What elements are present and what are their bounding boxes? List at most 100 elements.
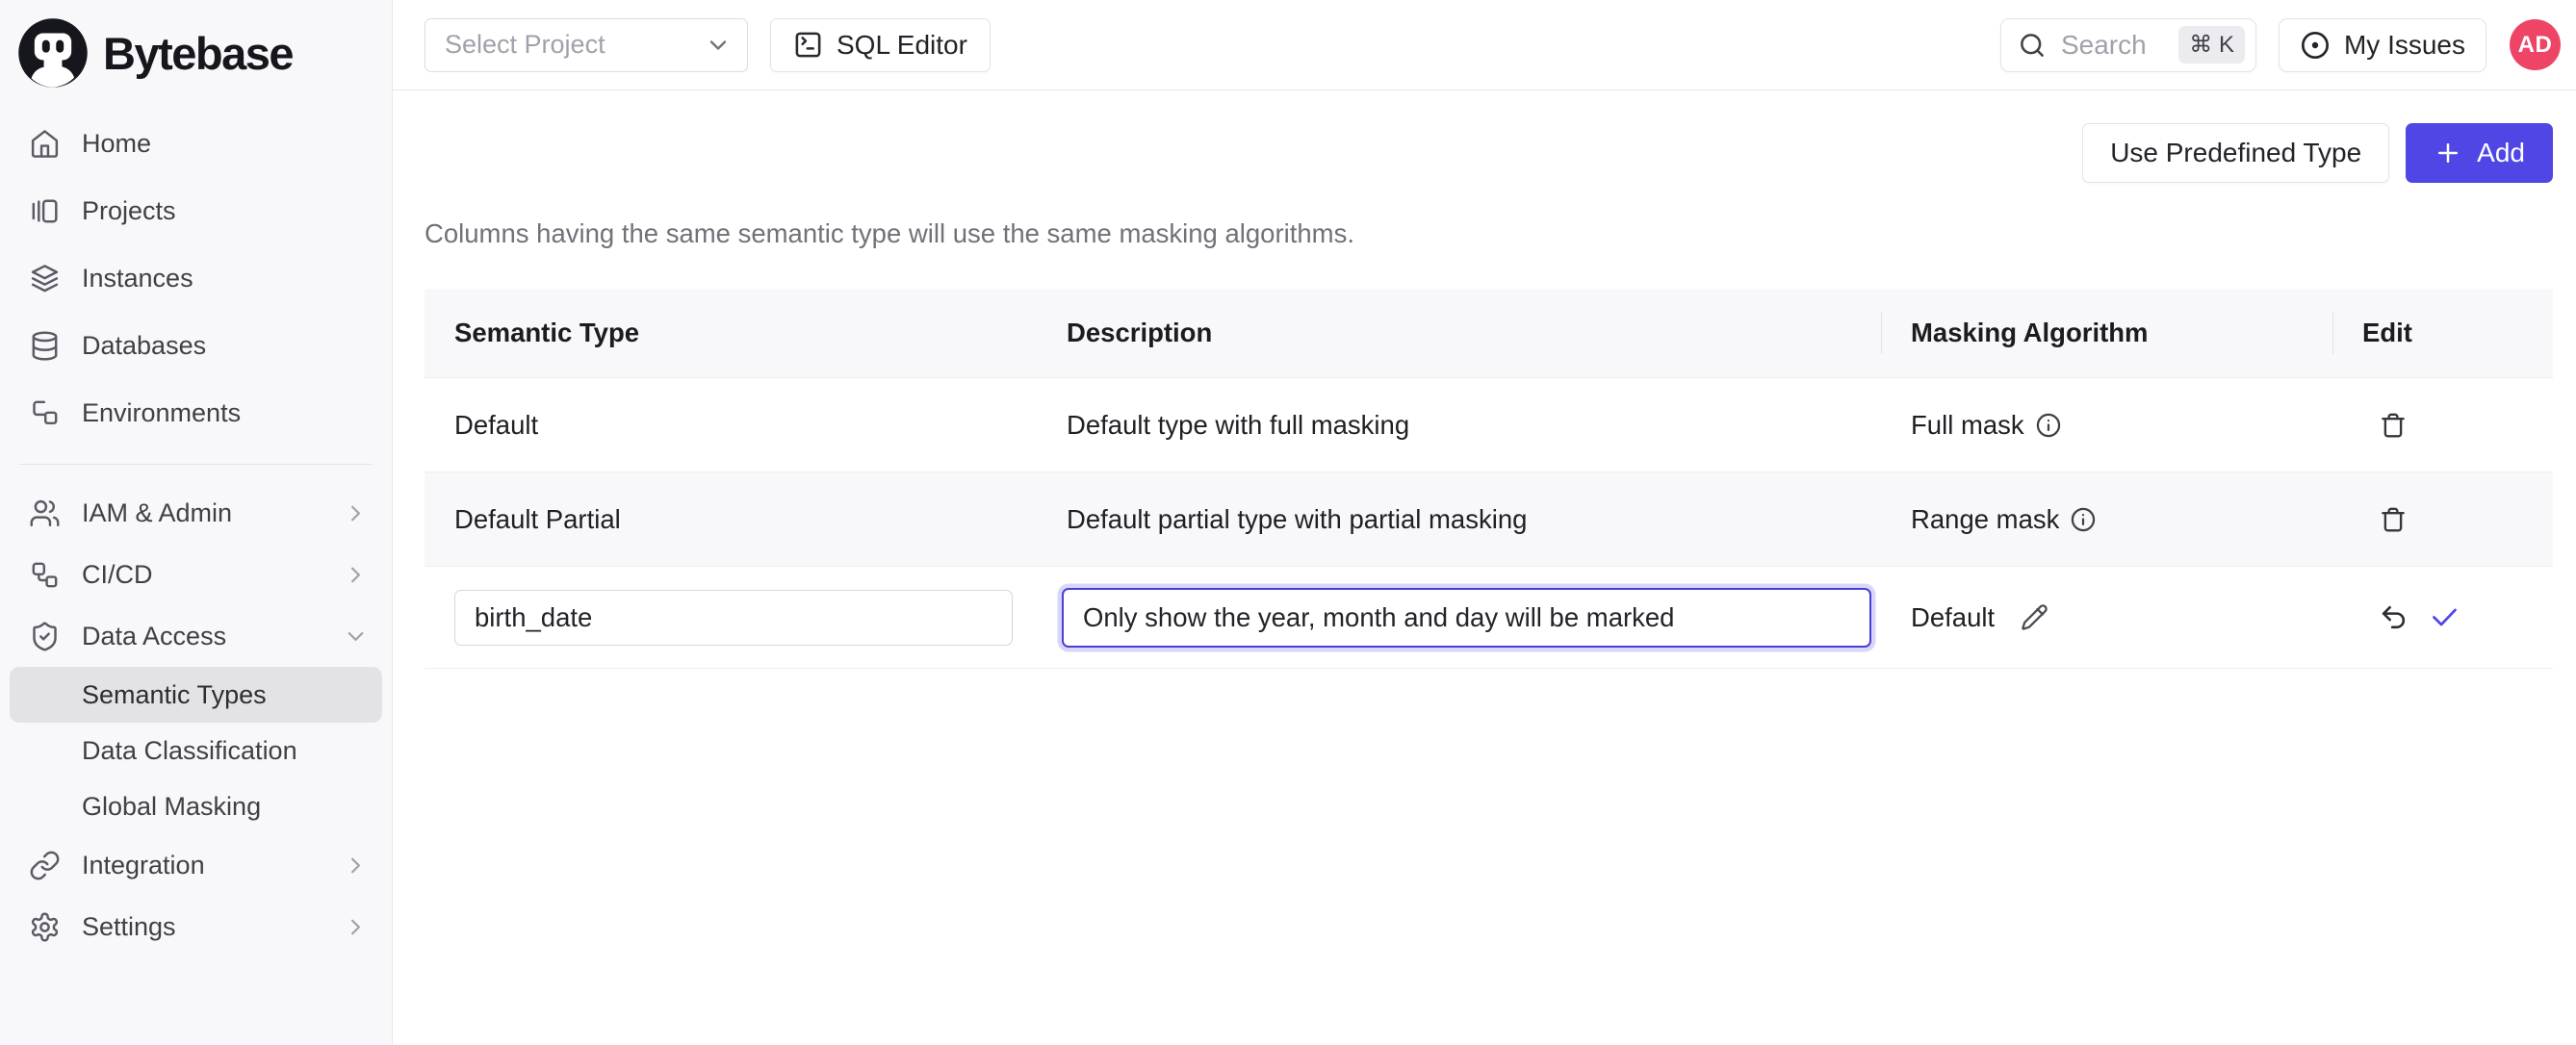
column-header-semantic-type: Semantic Type [425, 289, 1037, 377]
search-icon [2018, 31, 2047, 60]
sidebar-item-global-masking[interactable]: Global Masking [10, 778, 382, 834]
table-body: Default Default type with full masking F… [425, 377, 2553, 669]
chevron-down-icon [343, 624, 369, 650]
description-cell [1037, 567, 1881, 668]
chevron-right-icon [343, 562, 369, 588]
sidebar-item-data-access[interactable]: Data Access [10, 605, 382, 667]
undo-icon[interactable] [2379, 602, 2409, 632]
sidebar-item-label: CI/CD [82, 560, 153, 590]
sidebar-item-label: Data Access [82, 622, 226, 651]
edit-cell [2332, 472, 2553, 566]
sidebar-item-data-classification[interactable]: Data Classification [10, 723, 382, 778]
masking-algorithm-cell: Default [1881, 567, 2332, 668]
sidebar-nav: Home Projects Instances Databases Enviro… [10, 110, 382, 957]
sidebar-item-home[interactable]: Home [10, 110, 382, 177]
description-cell: Default type with full masking [1037, 378, 1881, 472]
trash-icon[interactable] [2379, 411, 2408, 440]
sidebar-item-label: Home [82, 129, 151, 159]
sidebar-item-settings[interactable]: Settings [10, 896, 382, 957]
sidebar-item-databases[interactable]: Databases [10, 312, 382, 379]
sidebar-item-label: Data Classification [82, 736, 297, 766]
sidebar-item-cicd[interactable]: CI/CD [10, 544, 382, 605]
pencil-icon[interactable] [2021, 603, 2048, 631]
bytebase-robot-icon [15, 15, 90, 90]
plus-icon [2434, 139, 2462, 167]
chevron-right-icon [343, 853, 369, 879]
description-cell: Default partial type with partial maskin… [1037, 472, 1881, 566]
sidebar-item-iam-admin[interactable]: IAM & Admin [10, 482, 382, 544]
add-button[interactable]: Add [2406, 123, 2553, 183]
sidebar-item-integration[interactable]: Integration [10, 834, 382, 896]
edit-cell [2332, 567, 2553, 668]
sidebar: Bytebase Home Projects Instances Databas… [0, 0, 393, 1045]
edit-cell [2332, 378, 2553, 472]
info-icon[interactable] [2070, 506, 2097, 533]
main-area: Select Project SQL Editor Search ⌘ K My … [393, 0, 2576, 1045]
sql-editor-label: SQL Editor [837, 30, 967, 61]
project-select-dropdown[interactable]: Select Project [425, 18, 748, 72]
sidebar-item-environments[interactable]: Environments [10, 379, 382, 446]
users-icon [29, 497, 61, 529]
shield-check-icon [29, 621, 61, 652]
masking-algorithm-label: Range mask [1911, 504, 2059, 535]
circle-dot-icon [2300, 30, 2331, 61]
column-header-masking-algorithm: Masking Algorithm [1881, 289, 2332, 377]
sidebar-item-label: Settings [82, 912, 176, 942]
sidebar-item-label: Global Masking [82, 792, 261, 822]
sidebar-item-label: Integration [82, 851, 205, 880]
gear-icon [29, 911, 61, 943]
semantic-type-cell: Default Partial [425, 472, 1037, 566]
column-header-edit: Edit [2332, 289, 2553, 377]
page-actions: Use Predefined Type Add [425, 123, 2553, 183]
chevron-right-icon [343, 500, 369, 526]
masking-algorithm-label: Default [1911, 602, 1995, 633]
workflow-icon [29, 559, 61, 591]
search-input[interactable]: Search ⌘ K [2000, 18, 2256, 72]
environments-icon [29, 397, 61, 429]
table-row: Default Default type with full masking F… [425, 377, 2553, 472]
sidebar-item-projects[interactable]: Projects [10, 177, 382, 244]
brand-name: Bytebase [103, 27, 293, 80]
home-icon [29, 128, 61, 160]
brand-logo[interactable]: Bytebase [10, 13, 382, 94]
semantic-types-page: Use Predefined Type Add Columns having t… [393, 90, 2576, 1045]
divider [19, 464, 373, 465]
description-input[interactable] [1062, 588, 1871, 648]
column-header-description: Description [1037, 289, 1881, 377]
table-row-editing: Default [425, 567, 2553, 669]
sidebar-item-label: Environments [82, 398, 241, 428]
masking-algorithm-label: Full mask [1911, 410, 2024, 441]
sidebar-item-label: Databases [82, 331, 206, 361]
check-icon[interactable] [2429, 601, 2460, 633]
database-icon [29, 330, 61, 362]
table-header-row: Semantic Type Description Masking Algori… [425, 289, 2553, 377]
link-icon [29, 850, 61, 881]
semantic-type-input[interactable] [454, 590, 1013, 646]
my-issues-button[interactable]: My Issues [2279, 18, 2486, 72]
sidebar-item-label: Projects [82, 196, 176, 226]
chevron-down-icon [705, 32, 732, 59]
add-button-label: Add [2477, 138, 2525, 168]
search-shortcut-badge: ⌘ K [2178, 26, 2245, 64]
avatar[interactable]: AD [2510, 19, 2561, 70]
sidebar-item-label: Semantic Types [82, 680, 267, 710]
semantic-types-table: Semantic Type Description Masking Algori… [425, 289, 2553, 669]
semantic-type-cell [425, 567, 1037, 668]
semantic-type-cell: Default [425, 378, 1037, 472]
trash-icon[interactable] [2379, 505, 2408, 534]
sql-editor-button[interactable]: SQL Editor [770, 18, 991, 72]
masking-algorithm-cell: Full mask [1881, 378, 2332, 472]
sidebar-item-label: Instances [82, 264, 193, 293]
page-description: Columns having the same semantic type wi… [425, 218, 2553, 249]
projects-icon [29, 195, 61, 227]
sidebar-item-instances[interactable]: Instances [10, 244, 382, 312]
table-row: Default Partial Default partial type wit… [425, 472, 2553, 567]
info-icon[interactable] [2035, 412, 2062, 439]
sidebar-item-semantic-types[interactable]: Semantic Types [10, 667, 382, 723]
use-predefined-type-button[interactable]: Use Predefined Type [2082, 123, 2389, 183]
topbar: Select Project SQL Editor Search ⌘ K My … [393, 0, 2576, 90]
terminal-square-icon [793, 30, 823, 60]
avatar-initials: AD [2518, 32, 2553, 59]
my-issues-label: My Issues [2344, 30, 2465, 61]
project-select-placeholder: Select Project [445, 30, 605, 60]
